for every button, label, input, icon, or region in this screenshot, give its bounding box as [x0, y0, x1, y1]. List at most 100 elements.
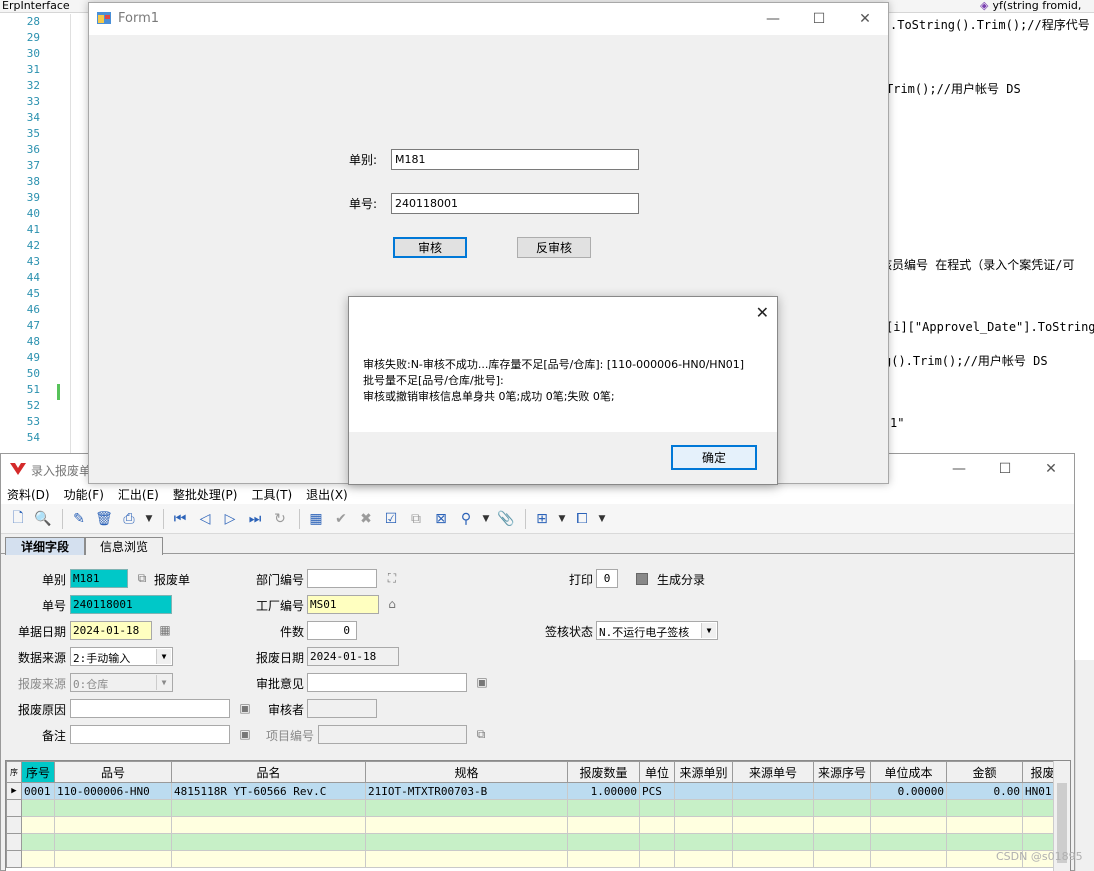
grid-cell[interactable]: [365, 799, 568, 817]
sign-status-select[interactable]: N.不运行电子签核 ▼: [596, 621, 718, 640]
approve-button[interactable]: 审核: [393, 237, 467, 258]
docno-field[interactable]: 240118001: [70, 595, 172, 614]
grid-cell[interactable]: [54, 833, 172, 851]
void-icon[interactable]: ⊠: [430, 508, 452, 530]
grid-cell[interactable]: [567, 816, 640, 834]
grid-cell[interactable]: [21, 833, 55, 851]
maximize-icon[interactable]: ☐: [982, 454, 1028, 484]
col-item-no[interactable]: 品号: [54, 761, 172, 783]
doctype-field[interactable]: M181: [70, 569, 128, 588]
print-icon[interactable]: ⎙: [118, 508, 140, 530]
minimize-icon[interactable]: —: [750, 3, 796, 35]
cell-scrap-qty[interactable]: 1.00000: [567, 782, 640, 800]
docdate-field[interactable]: 2024-01-18: [70, 621, 152, 640]
menu-data[interactable]: 资料(D): [7, 486, 50, 503]
grid-cell[interactable]: [732, 799, 814, 817]
cell-seq[interactable]: 0001: [21, 782, 55, 800]
dept-field[interactable]: [307, 569, 377, 588]
table-row[interactable]: [6, 816, 1063, 834]
grid-cell[interactable]: [674, 799, 733, 817]
factory-field[interactable]: MS01: [307, 595, 379, 614]
grid-cell[interactable]: [732, 833, 814, 851]
table-row[interactable]: [6, 833, 1063, 851]
grid-cell[interactable]: [946, 799, 1023, 817]
attachment-icon[interactable]: 📎: [495, 508, 517, 530]
col-src-type[interactable]: 来源单别: [674, 761, 733, 783]
print-dropdown-icon[interactable]: ▼: [143, 508, 155, 530]
delete-icon[interactable]: 🗑: [93, 508, 115, 530]
cell-item-name[interactable]: 4815118R YT-60566 Rev.C: [171, 782, 366, 800]
grid-cell[interactable]: [946, 816, 1023, 834]
grid-cell[interactable]: [870, 799, 947, 817]
col-seq[interactable]: 序号: [21, 761, 55, 783]
grid-cell[interactable]: [21, 850, 55, 868]
first-record-icon[interactable]: ⏮: [169, 508, 191, 530]
grid-cell[interactable]: [54, 799, 172, 817]
ok-button[interactable]: 确定: [671, 445, 757, 470]
lookup-icon[interactable]: ▣: [474, 674, 490, 690]
cell-src-seq[interactable]: [813, 782, 871, 800]
col-scrap-qty[interactable]: 报废数量: [567, 761, 640, 783]
reason-field[interactable]: [70, 699, 230, 718]
grid-cell[interactable]: [870, 850, 947, 868]
grid-cell[interactable]: [639, 816, 675, 834]
opinion-field[interactable]: [307, 673, 467, 692]
grid-cell[interactable]: [639, 833, 675, 851]
grid-cell[interactable]: [567, 850, 640, 868]
menu-export[interactable]: 汇出(E): [118, 486, 159, 503]
grid-cell[interactable]: [567, 833, 640, 851]
grid-cell[interactable]: [54, 850, 172, 868]
cell-src-type[interactable]: [674, 782, 733, 800]
refresh-icon[interactable]: ↻: [269, 508, 291, 530]
grid-cell[interactable]: [732, 816, 814, 834]
menu-tools[interactable]: 工具(T): [251, 486, 292, 503]
cell-unit-cost[interactable]: 0.00000: [870, 782, 947, 800]
grid-cell[interactable]: [171, 816, 366, 834]
next-record-icon[interactable]: ▷: [219, 508, 241, 530]
tab-info-browse[interactable]: 信息浏览: [85, 537, 163, 555]
col-amount[interactable]: 金额: [946, 761, 1023, 783]
grid-cell[interactable]: [639, 850, 675, 868]
col-unit-cost[interactable]: 单位成本: [870, 761, 947, 783]
col-item-name[interactable]: 品名: [171, 761, 366, 783]
col-src-no[interactable]: 来源单号: [732, 761, 814, 783]
col-unit[interactable]: 单位: [639, 761, 675, 783]
cell-amount[interactable]: 0.00: [946, 782, 1023, 800]
grid-cell[interactable]: [365, 833, 568, 851]
lookup-icon[interactable]: ⧉: [134, 570, 150, 586]
grid-cell[interactable]: [813, 850, 871, 868]
grid-cell[interactable]: [813, 833, 871, 851]
col-spec[interactable]: 规格: [365, 761, 568, 783]
menu-exit[interactable]: 退出(X): [306, 486, 348, 503]
project-dropdown[interactable]: ErpInterface: [2, 0, 70, 12]
minimize-icon[interactable]: —: [936, 454, 982, 484]
generate-entries-checkbox[interactable]: [636, 573, 648, 585]
find-dropdown-icon[interactable]: ▼: [480, 508, 492, 530]
org-lookup-icon[interactable]: ⛶: [384, 570, 400, 586]
review-icon[interactable]: ☑: [380, 508, 402, 530]
cell-src-no[interactable]: [732, 782, 814, 800]
grid-cell[interactable]: [674, 833, 733, 851]
layout-icon[interactable]: ⊞: [531, 508, 553, 530]
query-icon[interactable]: 🔍: [32, 508, 54, 530]
approve-check-icon[interactable]: ✔: [330, 508, 352, 530]
table-row[interactable]: [6, 850, 1063, 868]
prev-record-icon[interactable]: ◁: [194, 508, 216, 530]
calendar-icon[interactable]: ▦: [157, 622, 173, 638]
cell-spec[interactable]: 21IOT-MTXTR00703-B: [365, 782, 568, 800]
find-icon[interactable]: ⚲: [455, 508, 477, 530]
docno-input[interactable]: [391, 193, 639, 214]
chevron-down-icon[interactable]: ▼: [701, 623, 716, 638]
close-icon[interactable]: ✕: [756, 303, 769, 322]
member-dropdown[interactable]: ◈ yf(string fromid,: [980, 0, 1081, 12]
cell-item-no[interactable]: 110-000006-HN0: [54, 782, 172, 800]
grid-cell[interactable]: [365, 816, 568, 834]
grid-cell[interactable]: [870, 833, 947, 851]
grid-cell[interactable]: [171, 833, 366, 851]
cell-unit[interactable]: PCS: [639, 782, 675, 800]
grid-cell[interactable]: [674, 850, 733, 868]
grid-cell[interactable]: [171, 799, 366, 817]
calculator-icon[interactable]: ▦: [305, 508, 327, 530]
doctype-input[interactable]: [391, 149, 639, 170]
menu-batch[interactable]: 整批处理(P): [173, 486, 238, 503]
